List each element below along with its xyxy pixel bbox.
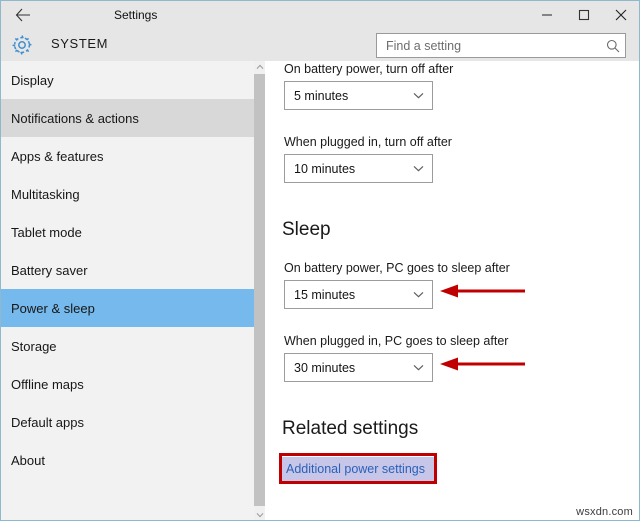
sidebar-item-apps-features[interactable]: Apps & features [1,137,254,175]
sidebar-item-tablet-mode[interactable]: Tablet mode [1,213,254,251]
chevron-down-icon [404,364,432,371]
minimize-button[interactable] [528,1,565,29]
sidebar-item-offline-maps[interactable]: Offline maps [1,365,254,403]
search-box[interactable] [376,33,626,58]
sleep-battery-label: On battery power, PC goes to sleep after [284,261,510,275]
chevron-down-icon [404,291,432,298]
sleep-plugged-label: When plugged in, PC goes to sleep after [284,334,509,348]
chevron-down-icon [404,92,432,99]
sidebar-scrollbar[interactable] [254,61,265,520]
title-bar: Settings [1,1,639,29]
screen-plugged-value: 10 minutes [294,161,356,176]
sleep-section-heading: Sleep [282,219,331,240]
screen-battery-dropdown[interactable]: 5 minutes [284,81,433,110]
sleep-battery-dropdown[interactable]: 15 minutes [284,280,433,309]
sidebar-item-notifications-actions[interactable]: Notifications & actions [1,99,254,137]
sidebar-item-default-apps[interactable]: Default apps [1,403,254,441]
sidebar-item-multitasking[interactable]: Multitasking [1,175,254,213]
sidebar-item-label: Storage [11,338,57,354]
page-header: SYSTEM [1,29,639,61]
close-button[interactable] [602,1,639,29]
page-title: SYSTEM [51,36,109,51]
sidebar-item-label: Default apps [11,414,84,430]
sidebar-scrollbar-thumb[interactable] [254,74,265,506]
sidebar-item-storage[interactable]: Storage [1,327,254,365]
sleep-plugged-dropdown[interactable]: 30 minutes [284,353,433,382]
window-title: Settings [114,8,158,22]
sleep-battery-value: 15 minutes [294,287,356,302]
minimize-icon [541,14,552,16]
settings-window: Settings SYSTEM Find a setting Display N… [0,0,640,521]
back-button[interactable] [1,1,45,29]
search-icon[interactable] [601,39,625,53]
sidebar-item-label: Notifications & actions [11,110,139,126]
close-icon [615,9,626,21]
back-arrow-icon [15,8,31,22]
sidebar-item-battery-saver[interactable]: Battery saver [1,251,254,289]
screen-battery-label: On battery power, turn off after [284,62,454,76]
sidebar: Display Notifications & actions Apps & f… [1,61,254,520]
sidebar-item-label: Display [11,72,54,88]
sidebar-item-label: Tablet mode [11,224,82,240]
gear-icon [10,33,34,57]
chevron-down-icon[interactable] [254,509,265,520]
screen-battery-value: 5 minutes [294,88,349,103]
chevron-up-icon[interactable] [254,61,265,73]
sidebar-item-about[interactable]: About [1,441,254,479]
main-content: On battery power, turn off after 5 minut… [265,61,639,520]
sleep-plugged-value: 30 minutes [294,360,356,375]
maximize-icon [578,9,589,21]
sidebar-item-label: Offline maps [11,376,84,392]
additional-power-settings-highlight: Additional power settings [282,457,434,481]
sidebar-item-label: Multitasking [11,186,80,202]
sidebar-item-label: Battery saver [11,262,88,278]
sidebar-item-label: Power & sleep [11,300,95,316]
sidebar-item-power-sleep[interactable]: Power & sleep [1,289,254,327]
maximize-button[interactable] [565,1,602,29]
additional-power-settings-link[interactable]: Additional power settings [286,462,425,476]
screen-plugged-label: When plugged in, turn off after [284,135,452,149]
sidebar-item-display[interactable]: Display [1,61,254,99]
sidebar-item-label: About [11,452,45,468]
chevron-down-icon [404,165,432,172]
search-input[interactable] [377,38,601,53]
sidebar-item-label: Apps & features [11,148,104,164]
related-settings-heading: Related settings [282,418,419,439]
screen-plugged-dropdown[interactable]: 10 minutes [284,154,433,183]
caption-buttons [528,1,639,29]
watermark: wsxdn.com [576,506,633,518]
